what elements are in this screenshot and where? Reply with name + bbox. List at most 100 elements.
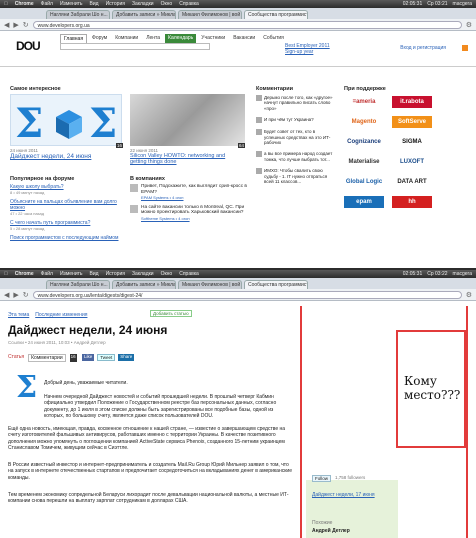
comment-item[interactable]: а вы все примера народ создает томка, чт…: [256, 151, 336, 162]
comment-item[interactable]: Дерьмо после того, как «другое» начнут п…: [256, 95, 336, 111]
partner-logo[interactable]: DATA ART: [392, 176, 432, 188]
partner-logo[interactable]: Magento: [344, 116, 384, 128]
partner-logo[interactable]: =ameria: [344, 96, 384, 108]
avatar: [256, 117, 262, 124]
reload-icon[interactable]: ↻: [23, 291, 29, 299]
browser-tab[interactable]: Микаил Филимонов | вой ph...: [178, 280, 242, 289]
nav-members[interactable]: Участники: [198, 34, 228, 43]
menu-help[interactable]: Справка: [179, 271, 199, 277]
search-input[interactable]: [60, 43, 210, 50]
sidebar-link[interactable]: Дайджест недели, 17 июня: [312, 492, 375, 498]
menu-view[interactable]: Вид: [90, 1, 99, 7]
wrench-icon[interactable]: ⚙: [466, 21, 472, 29]
browser-tab[interactable]: Добавить записи » Микла...: [112, 10, 176, 19]
menu-window[interactable]: Окно: [161, 1, 173, 7]
feature2-image[interactable]: [130, 94, 245, 146]
menu-bookmarks[interactable]: Закладки: [132, 271, 154, 277]
comment-item[interactable]: И при чём тут Украина?: [256, 117, 336, 124]
nav-companies[interactable]: Компании: [112, 34, 141, 43]
apple-icon[interactable]: : [4, 1, 8, 7]
partner-logo[interactable]: it.rabota: [392, 96, 432, 108]
menu-edit[interactable]: Изменить: [60, 1, 83, 7]
partner-logo[interactable]: SIGMA: [392, 136, 432, 148]
feature-title-link[interactable]: Дайджест недели, 24 июня: [10, 153, 91, 160]
nav-feed[interactable]: Лента: [143, 34, 163, 43]
partner-logo[interactable]: Cognizance: [344, 136, 384, 148]
list-item[interactable]: Поиск программистов с последующим наймом: [10, 235, 120, 241]
browser-tab[interactable]: Микаил Филимонов | вой ph...: [178, 10, 242, 19]
menu-history[interactable]: История: [106, 271, 125, 277]
address-bar: ◀ ▶ ↻ www.developers.org.ua ⚙: [0, 19, 476, 31]
section-companies: В компаниях: [130, 176, 165, 182]
list-item[interactable]: Объясните на пальцах объявление вам долг…: [10, 199, 120, 217]
signup-link[interactable]: Sign-up year: [285, 49, 330, 55]
browser-tab[interactable]: Нагляни Забрали Шо н...: [46, 10, 110, 19]
add-article-button[interactable]: Добавить статью: [150, 310, 192, 317]
tab-article[interactable]: Статья: [8, 354, 24, 362]
apple-icon[interactable]: : [4, 271, 8, 277]
partner-logo[interactable]: hh: [392, 196, 432, 208]
list-item[interactable]: Привет, Подскажите, как выглядит срип-кр…: [130, 184, 248, 201]
partner-logo[interactable]: Materialise: [344, 156, 384, 168]
site-logo[interactable]: DOU: [16, 39, 41, 53]
wrench-icon[interactable]: ⚙: [466, 291, 472, 299]
like-button[interactable]: Like: [82, 354, 95, 361]
login-link[interactable]: Вход и регистрация: [400, 45, 446, 51]
partner-logo[interactable]: epam: [344, 196, 384, 208]
menu-file[interactable]: Файл: [41, 271, 53, 277]
sidebar-author: Андрей Детлер: [312, 528, 350, 534]
nav-calendar[interactable]: Календарь: [165, 34, 197, 43]
breadcrumb-link[interactable]: Последние изменения: [35, 312, 87, 318]
nav-forum[interactable]: Форум: [89, 34, 110, 43]
annotation-text: Кому место???: [404, 374, 461, 402]
nav-home[interactable]: Главная: [60, 34, 88, 43]
menu-file[interactable]: Файл: [41, 1, 53, 7]
forward-icon[interactable]: ▶: [13, 21, 18, 29]
menu-view[interactable]: Вид: [90, 271, 99, 277]
nav-events[interactable]: События: [260, 34, 287, 43]
partner-logo[interactable]: SoftServe: [392, 116, 432, 128]
menu-chrome[interactable]: Chrome: [15, 271, 34, 277]
browser-tab-active[interactable]: Сообщества программистов...: [244, 280, 308, 289]
main-nav: Главная Форум Компании Лента Календарь У…: [60, 34, 287, 43]
feature-comment-count[interactable]: 16: [116, 143, 124, 148]
username: macgera: [452, 271, 472, 277]
reload-icon[interactable]: ↻: [23, 21, 29, 29]
menu-edit[interactable]: Изменить: [60, 271, 83, 277]
partner-logo[interactable]: Global Logic: [344, 176, 384, 188]
comment-item[interactable]: Будет совет от тех, кто в успешных средс…: [256, 129, 336, 145]
browser-tab-active[interactable]: Сообщества программистов...: [244, 10, 308, 19]
feature2-comment-count[interactable]: 64: [238, 143, 246, 148]
back-icon[interactable]: ◀: [4, 291, 9, 299]
article-paragraph: Тем временем экономику сопредельной Бела…: [8, 492, 289, 505]
url-input[interactable]: www.developers.org.ua: [32, 20, 462, 29]
menu-chrome[interactable]: Chrome: [15, 1, 34, 7]
section-comments: Комментарии: [256, 86, 294, 92]
list-item[interactable]: С чего начать путь программиста? 5 • 28 м…: [10, 220, 120, 232]
address-bar: ◀ ▶ ↻ www.developers.org.ua/lenta/digest…: [0, 289, 476, 301]
feature-image[interactable]: Σ Σ: [10, 94, 122, 147]
share-button[interactable]: Share: [118, 354, 135, 361]
forward-icon[interactable]: ▶: [13, 291, 18, 299]
list-item[interactable]: Какую школу выбрать? 8 • 49 минут назад: [10, 184, 120, 196]
tab-comments[interactable]: Комментарии: [28, 354, 66, 362]
back-icon[interactable]: ◀: [4, 21, 9, 29]
nav-jobs[interactable]: Вакансии: [230, 34, 258, 43]
feature2-title-link[interactable]: Silicon Valley HOWTO: networking and get…: [130, 153, 230, 165]
menu-bookmarks[interactable]: Закладки: [132, 1, 154, 7]
menu-help[interactable]: Справка: [179, 1, 199, 7]
tab-strip: Нагляни Забрали Шо н... Добавить записи …: [0, 278, 476, 289]
menu-history[interactable]: История: [106, 1, 125, 7]
url-input[interactable]: www.developers.org.ua/lenta/digests/dige…: [32, 290, 462, 299]
rss-icon[interactable]: [462, 45, 468, 51]
browser-tab[interactable]: Добавить записи » Микла...: [112, 280, 176, 289]
browser-tab[interactable]: Нагляни Забрали Шо н...: [46, 280, 110, 289]
follow-button[interactable]: Follow: [312, 475, 332, 482]
menu-window[interactable]: Окно: [161, 271, 173, 277]
tweet-button[interactable]: Tweet: [97, 354, 116, 361]
breadcrumb-link[interactable]: Эта тема: [8, 312, 29, 318]
list-item[interactable]: На сайте вакансии только в Montreal, QC.…: [130, 204, 248, 222]
popular-list: Какую школу выбрать? 8 • 49 минут назад О…: [10, 184, 120, 241]
partner-logo[interactable]: LUXOFT: [392, 156, 432, 168]
comment-item[interactable]: ИМХО: Чтобы свалить свою судьбу - 1. IT …: [256, 168, 336, 184]
